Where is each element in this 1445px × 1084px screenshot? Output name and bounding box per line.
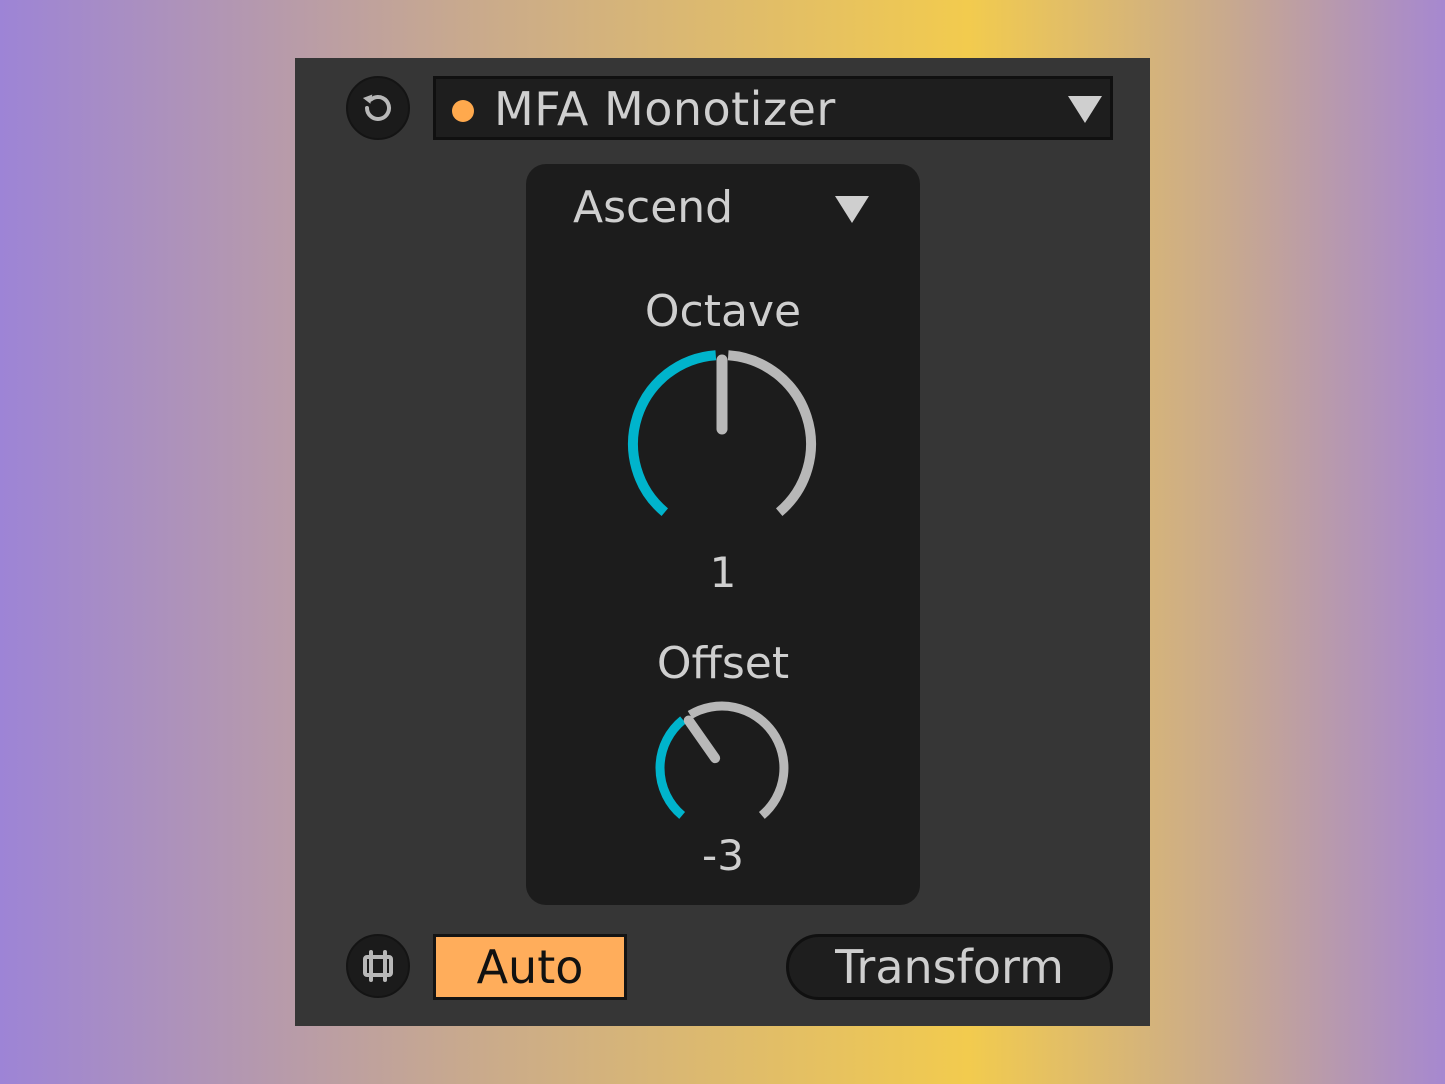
device-title: MFA Monotizer — [494, 82, 836, 136]
offset-label: Offset — [656, 638, 790, 689]
octave-label: Octave — [644, 286, 802, 337]
offset-knob-track — [687, 701, 789, 819]
mode-selected-label: Ascend — [573, 182, 734, 233]
offset-knob-fill — [655, 716, 686, 819]
octave-knob-fill — [628, 350, 717, 517]
controls-panel: Ascend Octave 1 Offset -3 — [526, 164, 920, 905]
clip-icon — [363, 950, 393, 982]
device-title-dropdown[interactable]: MFA Monotizer — [433, 76, 1113, 140]
chevron-down-icon — [1068, 96, 1102, 123]
clip-toggle-button[interactable] — [346, 934, 410, 998]
octave-knob-track — [727, 350, 816, 517]
octave-value: 1 — [709, 548, 737, 597]
chevron-down-icon — [835, 196, 869, 223]
reset-icon — [362, 94, 391, 121]
transform-button[interactable]: Transform — [786, 934, 1113, 1000]
reset-button[interactable] — [346, 76, 410, 140]
device-panel: MFA Monotizer Ascend Octave 1 Offset -3 … — [295, 58, 1150, 1026]
auto-button[interactable]: Auto — [433, 934, 627, 1000]
device-led-indicator — [452, 100, 474, 122]
octave-knob[interactable] — [622, 344, 822, 544]
offset-knob-needle — [683, 715, 721, 764]
offset-value: -3 — [702, 831, 744, 880]
offset-knob[interactable] — [652, 698, 792, 838]
